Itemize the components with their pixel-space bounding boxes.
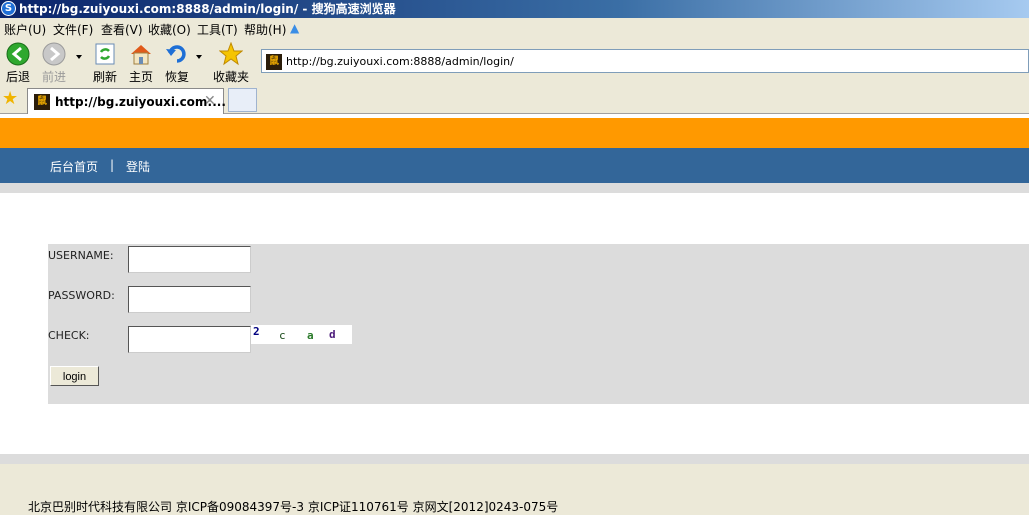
menu-help[interactable]: 帮助(H)	[244, 21, 286, 38]
refresh-label: 刷新	[92, 70, 117, 84]
forward-button[interactable]: 前进	[40, 42, 68, 85]
home-label: 主页	[128, 70, 153, 84]
close-tab-icon[interactable]: ✕	[204, 93, 216, 109]
site-favicon-icon: 鼠	[266, 54, 282, 70]
tab-favicon-icon: 鼠	[34, 94, 50, 110]
new-tab-button[interactable]	[228, 88, 257, 112]
menu-file[interactable]: 文件(F)	[53, 21, 93, 38]
captcha-char: 2	[253, 325, 260, 338]
captcha-input[interactable]	[128, 326, 251, 353]
divider-bar	[0, 183, 1029, 193]
password-label: PASSWORD:	[48, 289, 115, 302]
home-button[interactable]: 主页	[128, 42, 154, 85]
menu-account[interactable]: 账户(U)	[4, 21, 46, 38]
footer-divider	[0, 454, 1029, 464]
captcha-image[interactable]: 2 c a d	[251, 325, 352, 344]
address-url: http://bg.zuiyouxi.com:8888/admin/login/	[286, 55, 514, 68]
footer-copyright: 北京巴别时代科技有限公司 京ICP备09084397号-3 京ICP证11076…	[28, 500, 559, 514]
restore-label: 恢复	[164, 70, 189, 84]
nav-link-login[interactable]: 登陆	[126, 158, 150, 175]
window-title-bar: S http://bg.zuiyouxi.com:8888/admin/logi…	[0, 0, 1029, 18]
menu-favorites[interactable]: 收藏(O)	[148, 21, 191, 38]
captcha-char: c	[279, 329, 286, 342]
header-banner	[0, 118, 1029, 148]
login-form: USERNAME: PASSWORD: CHECK: 2 c a d login	[48, 244, 1029, 404]
footer: 北京巴别时代科技有限公司 京ICP备09084397号-3 京ICP证11076…	[0, 464, 1029, 514]
page-content: 后台首页 | 登陆 USERNAME: PASSWORD: CHECK: 2 c…	[0, 114, 1029, 514]
refresh-icon	[95, 43, 115, 65]
back-label: 后退	[5, 70, 30, 84]
tab-title: http://bg.zuiyouxi.com:...	[55, 95, 226, 109]
star-icon	[219, 42, 243, 66]
menu-tools[interactable]: 工具(T)	[197, 21, 238, 38]
home-icon	[131, 45, 151, 65]
shirt-skin-icon[interactable]: ▲	[290, 22, 304, 34]
restore-button[interactable]: 恢复	[164, 42, 190, 85]
nav-bar: 后台首页 | 登陆	[0, 148, 1029, 183]
undo-icon	[166, 45, 186, 63]
favorites-button[interactable]: 收藏夹	[212, 42, 250, 85]
login-button[interactable]: login	[50, 366, 99, 386]
favorites-label: 收藏夹	[212, 70, 249, 84]
refresh-button[interactable]: 刷新	[92, 42, 118, 85]
username-label: USERNAME:	[48, 249, 114, 262]
nav-link-admin-home[interactable]: 后台首页	[50, 158, 98, 175]
tab-bar: ★ 鼠 http://bg.zuiyouxi.com:... ✕	[0, 87, 1029, 114]
menu-view[interactable]: 查看(V)	[101, 21, 143, 38]
captcha-char: d	[329, 328, 336, 341]
tab-active[interactable]: 鼠 http://bg.zuiyouxi.com:... ✕	[27, 88, 226, 114]
address-bar[interactable]: 鼠 http://bg.zuiyouxi.com:8888/admin/logi…	[261, 49, 1029, 73]
back-arrow-icon	[6, 42, 30, 66]
menu-bar: 账户(U) 文件(F) 查看(V) 收藏(O) 工具(T) 帮助(H) ▲	[0, 18, 1029, 38]
browser-logo-icon: S	[1, 1, 16, 16]
favorites-star-icon[interactable]: ★	[2, 89, 18, 109]
check-label: CHECK:	[48, 329, 90, 342]
forward-arrow-icon	[42, 42, 66, 66]
back-button[interactable]: 后退	[5, 42, 31, 85]
window-title: http://bg.zuiyouxi.com:8888/admin/login/…	[19, 2, 396, 16]
nav-separator: |	[110, 158, 115, 172]
captcha-char: a	[307, 329, 314, 342]
forward-label: 前进	[41, 70, 66, 84]
password-input[interactable]	[128, 286, 251, 313]
restore-dropdown-icon[interactable]	[196, 55, 202, 59]
forward-dropdown-icon[interactable]	[76, 55, 82, 59]
username-input[interactable]	[128, 246, 251, 273]
